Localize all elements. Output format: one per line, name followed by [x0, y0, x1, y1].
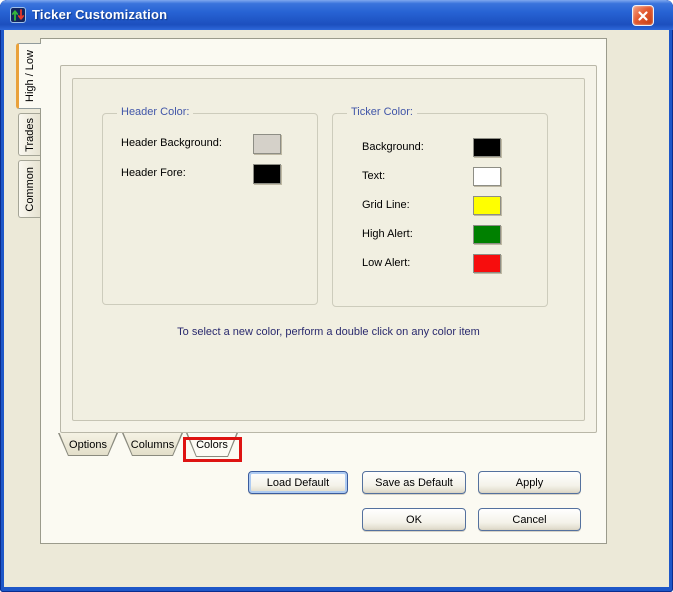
header-color-group-title: Header Color: — [117, 106, 193, 118]
ticker-app-icon — [10, 7, 26, 23]
header-background-label: Header Background: — [121, 137, 222, 149]
ticker-color-group-title: Ticker Color: — [347, 106, 417, 118]
low-alert-label: Low Alert: — [362, 257, 410, 269]
cancel-button[interactable]: Cancel — [478, 508, 581, 531]
color-row-grid-line: Grid Line: — [333, 196, 547, 218]
side-tab-common[interactable]: Common — [18, 160, 40, 218]
color-row-header-fore: Header Fore: — [103, 164, 317, 186]
tab-colors-label: Colors — [186, 433, 238, 457]
tab-columns-label: Columns — [122, 433, 183, 456]
color-row-text: Text: — [333, 167, 547, 189]
ticker-color-group: Ticker Color: Background: Text: Grid Lin… — [332, 113, 548, 307]
load-default-button[interactable]: Load Default — [248, 471, 348, 494]
high-alert-swatch[interactable] — [473, 225, 501, 244]
background-swatch[interactable] — [473, 138, 501, 157]
background-label: Background: — [362, 141, 424, 153]
side-tab-label: Trades — [24, 118, 36, 152]
window-title: Ticker Customization — [32, 7, 167, 22]
side-tab-trades[interactable]: Trades — [18, 113, 40, 156]
header-fore-label: Header Fore: — [121, 167, 186, 179]
color-row-background: Background: — [333, 138, 547, 160]
side-tab-label: Common — [24, 167, 36, 212]
text-label: Text: — [362, 170, 385, 182]
low-alert-swatch[interactable] — [473, 254, 501, 273]
tab-columns[interactable]: Columns — [122, 433, 183, 456]
apply-button[interactable]: Apply — [478, 471, 581, 494]
color-row-header-background: Header Background: — [103, 134, 317, 156]
close-icon — [637, 10, 649, 22]
ticker-customization-window: Ticker Customization High / Low Trades C… — [0, 0, 673, 592]
header-fore-swatch[interactable] — [253, 164, 281, 184]
high-alert-label: High Alert: — [362, 228, 413, 240]
close-button[interactable] — [632, 5, 654, 26]
color-row-low-alert: Low Alert: — [333, 254, 547, 276]
text-swatch[interactable] — [473, 167, 501, 186]
save-as-default-button[interactable]: Save as Default — [362, 471, 466, 494]
side-tab-label: High / Low — [24, 50, 36, 102]
color-row-high-alert: High Alert: — [333, 225, 547, 247]
tab-colors[interactable]: Colors — [186, 433, 238, 457]
tab-options[interactable]: Options — [58, 433, 118, 456]
ok-button[interactable]: OK — [362, 508, 466, 531]
header-background-swatch[interactable] — [253, 134, 281, 154]
side-tab-high-low[interactable]: High / Low — [16, 43, 41, 109]
grid-line-label: Grid Line: — [362, 199, 410, 211]
grid-line-swatch[interactable] — [473, 196, 501, 215]
instruction-text: To select a new color, perform a double … — [72, 326, 585, 338]
header-color-group: Header Color: Header Background: Header … — [102, 113, 318, 305]
tab-options-label: Options — [58, 433, 118, 456]
title-bar[interactable]: Ticker Customization — [0, 0, 673, 30]
